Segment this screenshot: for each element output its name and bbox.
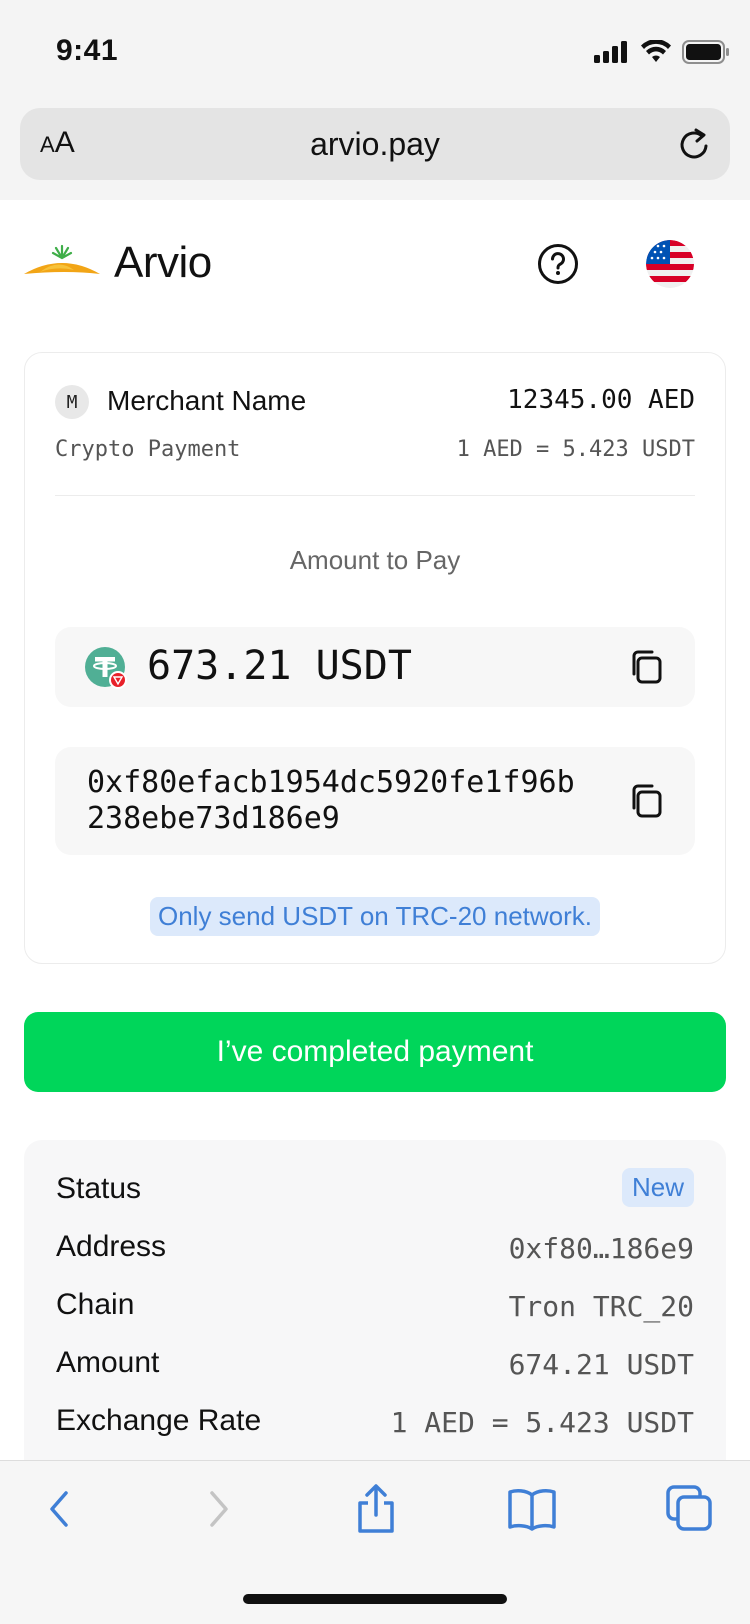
detail-row-exchange-rate: Exchange Rate 1 AED = 5.423 USDT	[56, 1404, 694, 1439]
back-icon[interactable]	[32, 1481, 88, 1537]
copy-address-icon[interactable]	[629, 783, 665, 819]
detail-row-amount: Amount 674.21 USDT	[56, 1346, 694, 1381]
tabs-icon[interactable]	[662, 1481, 718, 1537]
amount-field: 673.21 USDT	[55, 627, 695, 707]
wallet-address-field: 0xf80efacb1954dc5920fe1f96b238ebe73d186e…	[55, 747, 695, 855]
status-time: 9:41	[56, 34, 119, 67]
amount-to-pay-label: Amount to Pay	[289, 545, 461, 575]
payment-details-panel: Status New Address 0xf80…186e9 Chain Tro…	[24, 1140, 726, 1460]
exchange-rate: 1 AED = 5.423 USDT	[456, 437, 695, 462]
home-indicator	[243, 1594, 507, 1604]
status-icons	[594, 40, 730, 64]
detail-row-chain: Chain Tron TRC_20	[56, 1288, 694, 1323]
share-icon[interactable]	[348, 1481, 404, 1537]
bookmarks-icon[interactable]	[504, 1481, 560, 1537]
status-badge: New	[621, 1168, 694, 1207]
amount-value: 673.21 USDT	[147, 643, 412, 689]
cellular-signal-icon	[594, 41, 627, 63]
merchant-avatar: M	[55, 385, 89, 419]
divider	[55, 495, 695, 496]
detail-row-status: Status New	[56, 1168, 694, 1212]
arvio-logo-icon	[24, 244, 100, 274]
us-flag-language-icon[interactable]	[646, 240, 694, 288]
reload-icon[interactable]	[672, 122, 716, 166]
help-icon[interactable]	[536, 242, 580, 286]
battery-icon	[682, 40, 729, 64]
detail-row-address: Address 0xf80…186e9	[56, 1230, 694, 1265]
usdt-trc20-token-icon	[85, 647, 127, 689]
merchant-name: Merchant Name	[107, 385, 307, 416]
payment-card: M Merchant Name 12345.00 AED Crypto Paym…	[24, 352, 726, 964]
payment-type: Crypto Payment	[55, 437, 241, 462]
forward-icon[interactable]	[190, 1481, 246, 1537]
wallet-address: 0xf80efacb1954dc5920fe1f96b238ebe73d186e…	[87, 765, 575, 836]
copy-amount-icon[interactable]	[629, 649, 665, 685]
network-warning: Only send USDT on TRC-20 network.	[25, 897, 725, 936]
wifi-icon	[641, 40, 671, 62]
url-text[interactable]: arvio.pay	[20, 126, 730, 163]
brand-name: Arvio	[114, 238, 212, 287]
browser-top-chrome: 9:41 AA arvio.pay	[0, 0, 750, 200]
order-total: 12345.00 AED	[507, 385, 695, 415]
completed-payment-button[interactable]: I’ve completed payment	[24, 1012, 726, 1092]
address-bar[interactable]: AA arvio.pay	[20, 108, 730, 180]
